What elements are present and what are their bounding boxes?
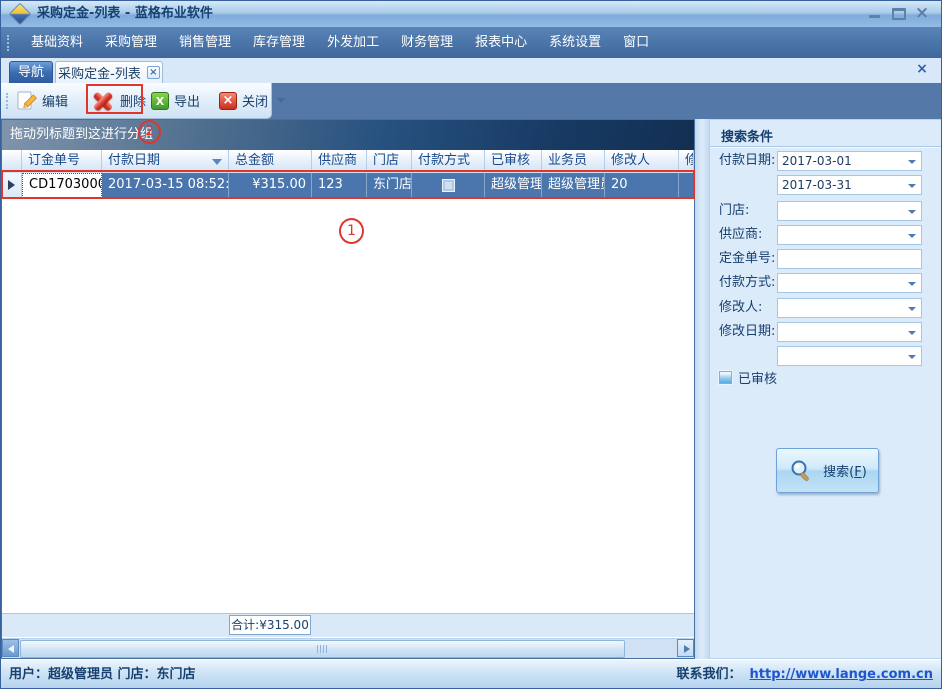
website-link[interactable]: http://www.lange.com.cn: [750, 660, 933, 688]
pay-method-label: 付款方式:: [719, 275, 776, 290]
chevron-down-icon[interactable]: [905, 202, 921, 220]
titlebar: 采购定金-列表 - 蓝格布业软件: [1, 1, 941, 27]
window-title: 采购定金-列表 - 蓝格布业软件: [37, 6, 213, 21]
chevron-down-icon[interactable]: [905, 299, 921, 317]
audited-filter-label: 已审核: [738, 371, 778, 387]
edit-button[interactable]: 编辑: [15, 83, 68, 118]
pay-method-combo[interactable]: [777, 273, 922, 293]
scrollbar-grip-icon: [316, 645, 329, 653]
export-label: 导出: [174, 95, 201, 110]
statusbar: 用户：超级管理员 门店：东门店 联系我们： http://www.lange.c…: [1, 659, 941, 688]
deposit-no-input[interactable]: [778, 250, 921, 268]
modified-date-label: 修改日期:: [719, 324, 776, 339]
menu-inventory[interactable]: 库存管理: [242, 28, 316, 57]
chevron-down-icon[interactable]: [905, 176, 921, 194]
export-button[interactable]: 导出: [151, 83, 200, 118]
pay-date-to-combo[interactable]: [777, 175, 922, 195]
menu-purchase[interactable]: 采购管理: [94, 28, 168, 57]
grip-handle-icon[interactable]: [7, 34, 12, 51]
modified-by-label: 修改人:: [719, 300, 763, 315]
close-label: 关闭: [242, 95, 269, 110]
chevron-down-icon[interactable]: [905, 152, 921, 170]
tabbar: 导航 采购定金-列表: [1, 58, 941, 83]
total-amount-box: 合计:¥315.00: [229, 615, 311, 635]
chevron-down-icon[interactable]: [905, 323, 921, 341]
supplier-label: 供应商:: [719, 227, 763, 242]
deposit-no-field[interactable]: [777, 249, 922, 269]
group-by-bar[interactable]: 拖动列标题到这进行分组: [2, 120, 694, 150]
search-panel: 搜索条件 付款日期: 门店: 供应商:: [709, 119, 941, 659]
modified-date-to-input[interactable]: [778, 347, 905, 365]
modified-date-from-combo[interactable]: [777, 322, 922, 342]
header-pay-date-label: 付款日期: [108, 153, 161, 168]
horizontal-scrollbar[interactable]: [2, 638, 694, 658]
pay-date-from-input[interactable]: [778, 152, 905, 170]
edit-pencil-icon: [17, 91, 37, 109]
menu-reports[interactable]: 报表中心: [464, 28, 538, 57]
minimize-button[interactable]: [863, 5, 885, 23]
menu-settings[interactable]: 系统设置: [538, 28, 612, 57]
supplier-input[interactable]: [778, 226, 905, 244]
chevron-down-icon[interactable]: [905, 274, 921, 292]
sort-desc-icon: [212, 159, 222, 165]
tab-close-icon[interactable]: [146, 66, 160, 79]
annotation-callout-2: 2: [138, 120, 161, 144]
menu-finance[interactable]: 财务管理: [390, 28, 464, 57]
modified-date-from-input[interactable]: [778, 323, 905, 341]
user-store-info: 用户：超级管理员 门店：东门店: [9, 667, 196, 682]
deposit-grid: 拖动列标题到这进行分组 订金单号 付款日期 总金额 供应商 门店 付款方式 已审…: [1, 119, 695, 659]
audited-filter-checkbox[interactable]: [718, 369, 733, 385]
chevron-down-icon[interactable]: [905, 347, 921, 365]
tab-navigation[interactable]: 导航: [9, 61, 53, 83]
store-label: 门店:: [719, 203, 750, 218]
app-window: 采购定金-列表 - 蓝格布业软件 基础资料 采购管理 销售管理 库存管理 外发加…: [0, 0, 942, 689]
scrollbar-thumb[interactable]: [20, 640, 625, 658]
annotation-box-row: [1, 170, 695, 199]
tabbar-close-icon[interactable]: [915, 62, 929, 76]
close-red-icon: [219, 91, 237, 110]
annotation-callout-1: 1: [339, 218, 364, 244]
close-tab-button[interactable]: 关闭: [219, 83, 286, 118]
store-input[interactable]: [778, 202, 905, 220]
chevron-down-icon[interactable]: [905, 226, 921, 244]
search-icon: [791, 460, 809, 481]
chevron-down-icon[interactable]: [277, 98, 286, 103]
menu-outsourcing[interactable]: 外发加工: [316, 28, 390, 57]
grip-handle-icon[interactable]: [6, 93, 11, 109]
close-button[interactable]: [911, 5, 933, 23]
divider: [710, 146, 941, 148]
menubar: 基础资料 采购管理 销售管理 库存管理 外发加工 财务管理 报表中心 系统设置 …: [1, 27, 941, 59]
search-panel-title: 搜索条件: [721, 130, 774, 145]
annotation-box-delete: [86, 84, 143, 114]
modified-date-to-combo[interactable]: [777, 346, 922, 366]
scroll-left-icon[interactable]: [2, 639, 19, 657]
scroll-right-icon[interactable]: [677, 639, 694, 657]
modified-by-combo[interactable]: [777, 298, 922, 318]
pay-method-input[interactable]: [778, 274, 905, 292]
menu-window[interactable]: 窗口: [612, 28, 660, 57]
search-button-label: 搜索(F): [823, 465, 867, 480]
tab-label: 采购定金-列表: [58, 67, 141, 82]
search-button[interactable]: 搜索(F): [776, 448, 879, 493]
pay-date-to-input[interactable]: [778, 176, 905, 194]
deposit-no-label: 定金单号:: [719, 251, 776, 266]
app-icon: [8, 2, 32, 26]
maximize-button[interactable]: [888, 5, 910, 23]
panel-splitter[interactable]: [695, 119, 709, 659]
tab-purchase-deposit-list[interactable]: 采购定金-列表: [55, 61, 163, 83]
store-combo[interactable]: [777, 201, 922, 221]
menu-sales[interactable]: 销售管理: [168, 28, 242, 57]
excel-export-icon: [151, 91, 169, 110]
pay-date-from-combo[interactable]: [777, 151, 922, 171]
pay-date-label: 付款日期:: [719, 153, 776, 168]
modified-by-input[interactable]: [778, 299, 905, 317]
edit-label: 编辑: [42, 95, 69, 110]
grid-summary-band: 合计:¥315.00: [2, 613, 694, 637]
menu-basic-data[interactable]: 基础资料: [20, 28, 94, 57]
contact-label: 联系我们：: [676, 667, 742, 682]
supplier-combo[interactable]: [777, 225, 922, 245]
